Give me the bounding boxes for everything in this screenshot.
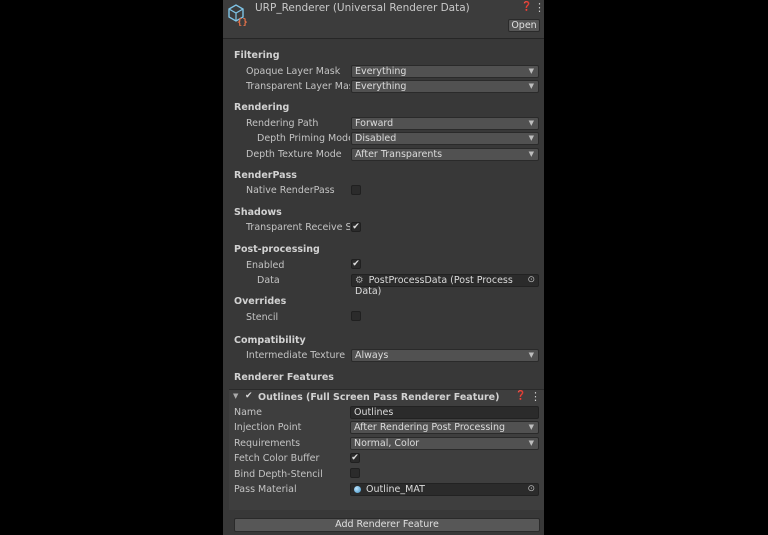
section-shadows: Shadows [234, 207, 282, 218]
section-renderpass: RenderPass [234, 170, 297, 181]
depth-texture-mode-dropdown[interactable]: After Transparents ▼ [351, 148, 539, 161]
stencil-label: Stencil [246, 312, 279, 323]
pass-material-field[interactable]: Outline_MAT ⊙ [350, 483, 539, 496]
requirements-dropdown[interactable]: Normal, Color ▼ [350, 437, 539, 450]
requirements-label: Requirements [234, 438, 301, 449]
pass-material-label: Pass Material [234, 484, 297, 495]
dropdown-arrow-icon: ▼ [528, 150, 534, 158]
post-processing-enabled-label: Enabled [246, 260, 285, 271]
open-button[interactable]: Open [508, 19, 540, 32]
dropdown-arrow-icon: ▼ [528, 134, 534, 142]
inspector-panel: {} URP_Renderer (Universal Renderer Data… [223, 0, 544, 535]
asset-title: URP_Renderer (Universal Renderer Data) [255, 2, 470, 14]
feature-name-input[interactable]: Outlines [350, 406, 539, 419]
rendering-path-label: Rendering Path [246, 118, 319, 129]
post-process-data-asset-icon: ⚙ [355, 275, 364, 286]
transparent-layer-mask-label: Transparent Layer Mask [246, 81, 350, 92]
object-picker-icon[interactable]: ⊙ [527, 484, 535, 495]
section-rendering: Rendering [234, 102, 290, 113]
pass-material-value: Outline_MAT [366, 484, 425, 495]
help-icon[interactable]: ❓ [521, 2, 532, 12]
transparent-layer-mask-value: Everything [355, 81, 407, 92]
bind-depth-stencil-checkbox[interactable] [350, 468, 360, 478]
kebab-menu-icon[interactable]: ⋮ [534, 1, 544, 14]
post-process-data-field[interactable]: ⚙ PostProcessData (Post Process Data) ⊙ [351, 274, 539, 297]
post-process-data-value: PostProcessData (Post Process Data) [355, 275, 513, 297]
feature-name-value: Outlines [354, 407, 394, 418]
foldout-arrow-icon[interactable]: ▼ [233, 392, 238, 400]
rendering-path-dropdown[interactable]: Forward ▼ [351, 117, 539, 130]
section-overrides: Overrides [234, 296, 287, 307]
transparent-receive-shadows-checkbox[interactable]: ✔ [351, 222, 361, 232]
dropdown-arrow-icon: ▼ [528, 439, 534, 447]
section-filtering: Filtering [234, 50, 280, 61]
depth-priming-mode-label: Depth Priming Mode [257, 133, 350, 144]
svg-text:{}: {} [237, 18, 247, 26]
object-picker-icon[interactable]: ⊙ [527, 275, 535, 286]
depth-priming-mode-value: Disabled [355, 133, 397, 144]
depth-texture-mode-value: After Transparents [355, 149, 443, 160]
opaque-layer-mask-dropdown[interactable]: Everything ▼ [351, 65, 539, 78]
native-renderpass-checkbox[interactable] [351, 185, 361, 195]
depth-priming-mode-dropdown[interactable]: Disabled ▼ [351, 132, 539, 145]
feature-help-icon[interactable]: ❓ [515, 391, 526, 401]
dropdown-arrow-icon: ▼ [528, 423, 534, 431]
requirements-value: Normal, Color [354, 438, 420, 449]
feature-menu-icon[interactable]: ⋮ [530, 390, 541, 403]
dropdown-arrow-icon: ▼ [528, 67, 534, 75]
post-processing-enabled-checkbox[interactable]: ✔ [351, 259, 361, 269]
bind-depth-stencil-label: Bind Depth-Stencil [234, 469, 323, 480]
injection-point-value: After Rendering Post Processing [354, 422, 505, 433]
intermediate-texture-label: Intermediate Texture [246, 350, 346, 361]
transparent-receive-shadows-label: Transparent Receive Shadows [246, 222, 350, 233]
material-sphere-icon [354, 486, 361, 493]
post-processing-data-label: Data [257, 275, 280, 286]
renderer-asset-icon: {} [228, 4, 247, 26]
rendering-path-value: Forward [355, 118, 394, 129]
inspector-header: {} URP_Renderer (Universal Renderer Data… [223, 0, 544, 39]
injection-point-dropdown[interactable]: After Rendering Post Processing ▼ [350, 421, 539, 434]
dropdown-arrow-icon: ▼ [528, 119, 534, 127]
dropdown-arrow-icon: ▼ [528, 82, 534, 90]
add-renderer-feature-button[interactable]: Add Renderer Feature [234, 518, 540, 532]
depth-texture-mode-label: Depth Texture Mode [246, 149, 342, 160]
intermediate-texture-value: Always [355, 350, 389, 361]
stencil-checkbox[interactable] [351, 311, 361, 321]
section-post-processing: Post-processing [234, 244, 320, 255]
transparent-layer-mask-dropdown[interactable]: Everything ▼ [351, 80, 539, 93]
opaque-layer-mask-label: Opaque Layer Mask [246, 66, 341, 77]
dropdown-arrow-icon: ▼ [528, 351, 534, 359]
fetch-color-buffer-label: Fetch Color Buffer [234, 453, 320, 464]
feature-name-label: Name [234, 407, 263, 418]
fetch-color-buffer-checkbox[interactable]: ✔ [350, 453, 360, 463]
feature-title: Outlines (Full Screen Pass Renderer Feat… [258, 392, 500, 403]
opaque-layer-mask-value: Everything [355, 66, 407, 77]
native-renderpass-label: Native RenderPass [246, 185, 335, 196]
feature-enabled-check-icon[interactable]: ✔ [245, 391, 253, 401]
injection-point-label: Injection Point [234, 422, 302, 433]
section-renderer-features: Renderer Features [234, 372, 334, 383]
section-compatibility: Compatibility [234, 335, 306, 346]
intermediate-texture-dropdown[interactable]: Always ▼ [351, 349, 539, 362]
